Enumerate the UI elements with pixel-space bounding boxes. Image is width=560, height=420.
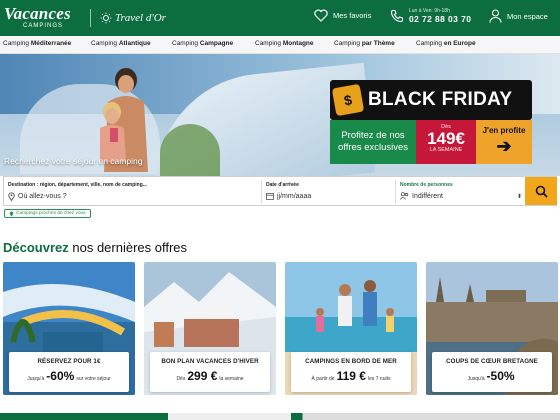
offer-card-pre: Dès (176, 376, 186, 382)
logo-divider (90, 9, 91, 27)
user-icon (489, 9, 502, 23)
offer-card-info: CAMPINGS EN BORD DE MER À partir de 119 €… (291, 352, 411, 392)
black-friday-header: $ BLACK FRIDAY (330, 80, 532, 120)
phone-icon (390, 9, 404, 23)
people-select[interactable]: Indifférent (412, 193, 443, 200)
phone-number: 02 72 88 03 70 (409, 14, 472, 24)
location-pin-icon (8, 192, 15, 201)
offer-card-post: les 7 nuits (367, 376, 391, 382)
hero-search-caption: Recherchez votre séjour en camping (4, 156, 143, 166)
promo-offer-text: Profitez de nos offres exclusives (330, 120, 416, 164)
offer-card-pre: Jusqu'à (27, 376, 45, 382)
destination-input[interactable]: Où allez-vous ? (18, 193, 67, 200)
offer-card-post: la semaine (219, 376, 244, 382)
calendar-icon (266, 193, 274, 200)
offer-card[interactable]: BON PLAN VACANCES D'HIVER Dès 299 € la sem… (144, 262, 276, 395)
nearby-campings-label: Campings proches de chez vous (16, 211, 86, 216)
promo-cta-label: J'en profite (482, 126, 526, 135)
black-friday-promo[interactable]: $ BLACK FRIDAY Profitez de nos offres ex… (330, 80, 532, 164)
arrow-right-icon: ➔ (496, 136, 512, 156)
nav-item-campagne[interactable]: Camping Campagne (172, 40, 233, 47)
offer-card[interactable]: RÉSERVEZ POUR 1€ Jusqu'à -60% sur votre sé… (3, 262, 135, 395)
destination-label: Destination : région, département, ville… (8, 182, 147, 188)
heart-icon (314, 9, 328, 22)
offer-card-info: RÉSERVEZ POUR 1€ Jusqu'à -60% sur votre sé… (9, 352, 129, 392)
partner-logo-text: Travel d'Or (115, 12, 166, 24)
sun-icon (100, 12, 112, 24)
offer-card-pre: Jusqu'à (467, 376, 485, 382)
search-icon (535, 185, 548, 198)
nav-item-atlantique[interactable]: Camping Atlantique (91, 40, 151, 47)
site-logo-subtitle: CAMPINGS (23, 23, 64, 29)
hero-trees (160, 124, 220, 176)
top-bar: Vacances CAMPINGS Travel d'Or Mes favori… (0, 0, 560, 36)
black-friday-headline: BLACK FRIDAY (368, 89, 513, 110)
offer-card-pre: À partir de (311, 376, 335, 382)
promo-price-suffix: LA SEMAINE (429, 147, 463, 153)
date-field[interactable]: Date d'arrivée jj/mm/aaaa (262, 177, 394, 205)
people-label: Nombre de personnes (400, 182, 453, 188)
favorites-label: Mes favoris (333, 11, 372, 20)
offer-card-title: RÉSERVEZ POUR 1€ (37, 358, 101, 365)
nav-item-europe[interactable]: Camping en Europe (416, 40, 476, 47)
offer-card-value: 299 € (187, 369, 218, 383)
phone-hours: Lun à Ven: 9h-18h (409, 8, 450, 14)
offer-card-title: CAMPINGS EN BORD DE MER (305, 358, 397, 365)
offer-card-info: COUPS DE CŒUR BRETAGNE Jusqu'à -50% (432, 352, 552, 392)
promo-cta-button[interactable]: J'en profite ➔ (476, 120, 532, 164)
nav-item-theme[interactable]: Camping par Thème (334, 40, 395, 47)
offer-card-value: -50% (486, 369, 515, 383)
promo-price-prefix: Dès (441, 124, 451, 130)
account-label: Mon espace (507, 11, 548, 21)
select-arrows-icon: ⬍ (516, 193, 522, 200)
offer-card-value: -60% (46, 369, 75, 383)
partner-logo[interactable]: Travel d'Or (100, 12, 166, 24)
phone-contact[interactable]: Lun à Ven: 9h-18h 02 72 88 03 70 (390, 8, 471, 24)
nav-item-montagne[interactable]: Camping Montagne (255, 40, 314, 47)
destination-field[interactable]: Destination : région, département, ville… (4, 177, 259, 205)
people-icon (400, 192, 409, 200)
promo-price-box: Dès 149€ LA SEMAINE (416, 120, 476, 164)
date-label: Date d'arrivée (266, 182, 299, 188)
offer-card[interactable]: CAMPINGS EN BORD DE MER À partir de 119 €… (285, 262, 417, 395)
offer-card-title: BON PLAN VACANCES D'HIVER (161, 358, 259, 365)
offers-section-title: Découvrez nos dernières offres (3, 240, 188, 255)
search-button[interactable] (525, 177, 557, 205)
search-bar: Destination : région, département, ville… (3, 176, 557, 206)
site-logo[interactable]: Vacances (4, 4, 71, 24)
offer-card[interactable]: COUPS DE CŒUR BRETAGNE Jusqu'à -50% (426, 262, 558, 395)
nearby-campings-chip[interactable]: Campings proches de chez vous (4, 209, 91, 218)
offer-card-post: sur votre séjour (76, 376, 111, 382)
hero-banner: Recherchez votre séjour en camping $ BLA… (0, 54, 560, 176)
offer-card-title: COUPS DE CŒUR BRETAGNE (446, 358, 538, 365)
location-pin-icon (9, 211, 14, 217)
nav-item-mediterranee[interactable]: Camping Méditerranée (3, 40, 71, 47)
offer-card-value: 119 € (336, 369, 366, 383)
main-nav: Camping Méditerranée Camping Atlantique … (0, 36, 560, 54)
account-link[interactable]: Mon espace (489, 9, 548, 23)
promo-price: 149€ (427, 129, 465, 148)
date-input[interactable]: jj/mm/aaaa (277, 193, 311, 200)
favorites-link[interactable]: Mes favoris (314, 9, 371, 22)
people-field[interactable]: Nombre de personnes Indifférent ⬍ (396, 177, 524, 205)
price-tag-icon: $ (331, 83, 365, 117)
offer-card-info: BON PLAN VACANCES D'HIVER Dès 299 € la sem… (150, 352, 270, 392)
bottom-edge-strip (0, 413, 560, 420)
